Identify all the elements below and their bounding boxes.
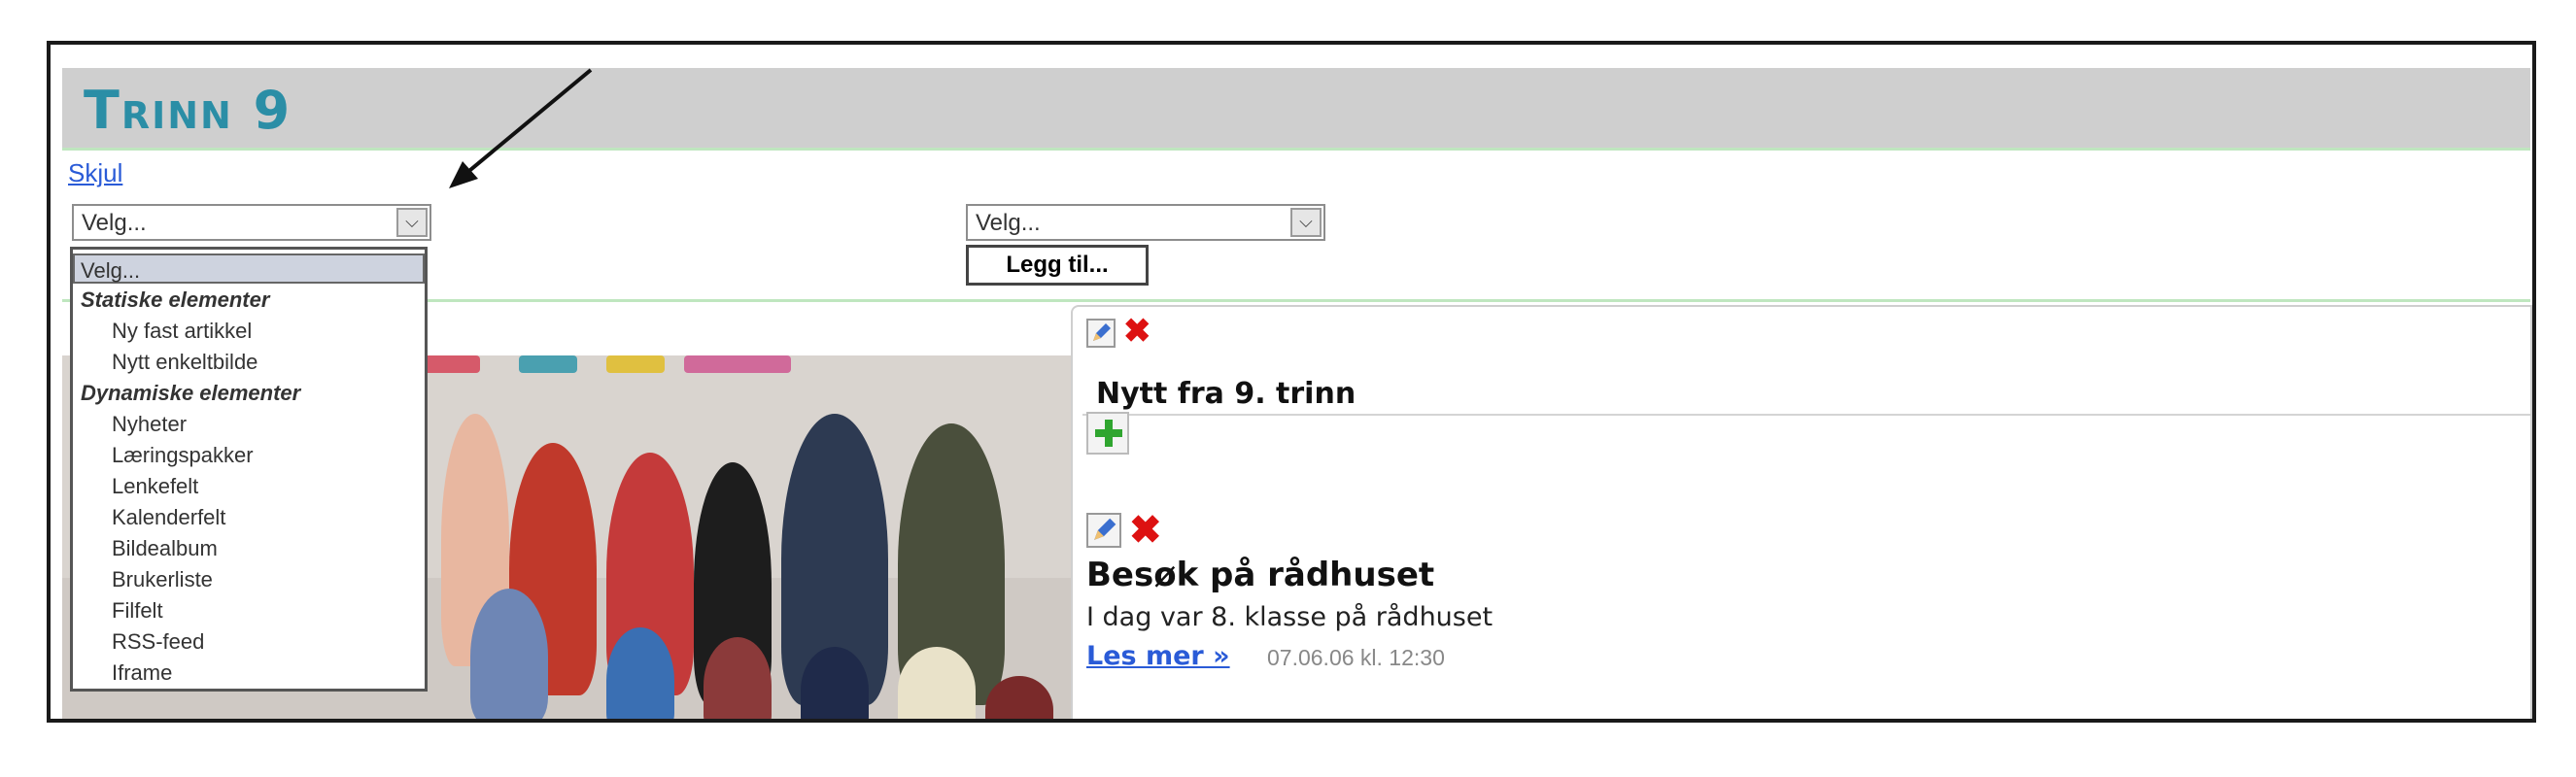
annotation-arrow bbox=[449, 68, 593, 188]
